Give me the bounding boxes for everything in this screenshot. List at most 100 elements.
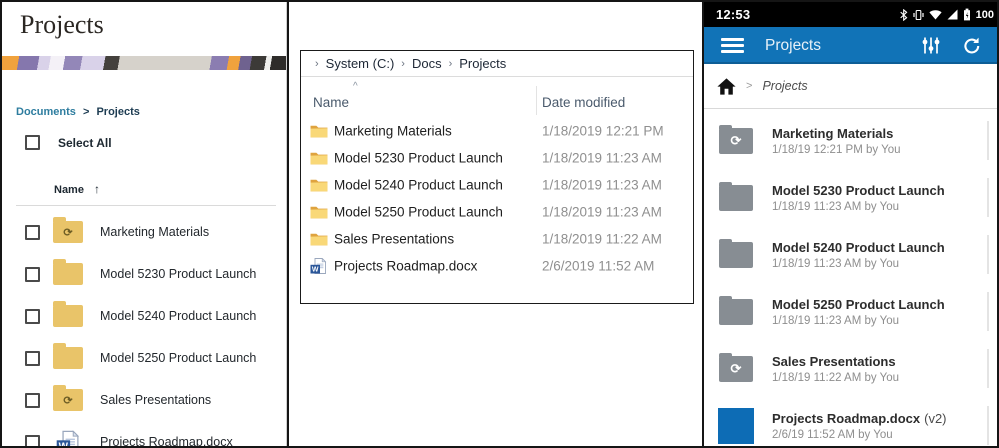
folder-icon bbox=[719, 185, 753, 211]
breadcrumb-segment[interactable]: System (C:) bbox=[326, 56, 395, 71]
date-modified: 1/18/2019 12:21 PM bbox=[542, 123, 664, 138]
file-name: Marketing Materials bbox=[334, 123, 452, 138]
file-name: Model 5230 Product Launch bbox=[334, 150, 503, 165]
onedrive-mobile-panel: 12:53 1 bbox=[702, 2, 999, 446]
list-item[interactable]: Model 5230 Product Launch 1/18/19 11:23 … bbox=[704, 169, 999, 226]
item-title: Model 5230 Product Launch bbox=[772, 183, 949, 198]
folder-icon bbox=[53, 389, 83, 411]
row-checkbox[interactable] bbox=[25, 393, 40, 408]
wifi-icon bbox=[929, 9, 942, 20]
list-item[interactable]: Model 5230 Product Launch bbox=[2, 253, 287, 295]
folder-icon bbox=[719, 356, 753, 382]
sort-ascending-icon: ↑ bbox=[94, 182, 100, 196]
version-badge: (v2) bbox=[924, 411, 946, 426]
list-item[interactable]: W Projects Roadmap.docx bbox=[2, 421, 287, 446]
date-modified: 1/18/2019 11:22 AM bbox=[542, 231, 662, 246]
breadcrumb-segment[interactable]: Projects bbox=[459, 56, 506, 71]
table-row[interactable]: Marketing Materials 1/18/2019 12:21 PM bbox=[301, 117, 693, 144]
date-modified: 1/18/2019 11:23 AM bbox=[542, 150, 662, 165]
folder-icon bbox=[53, 347, 83, 369]
breadcrumb-chevron-icon: › bbox=[315, 58, 319, 70]
list-item[interactable]: Projects Roadmap.docx(v2) 2/6/19 11:52 A… bbox=[704, 397, 999, 446]
name-column-header[interactable]: Name ↑ bbox=[54, 182, 100, 196]
table-row[interactable]: Model 5250 Product Launch 1/18/2019 11:2… bbox=[301, 198, 693, 225]
item-title: Model 5240 Product Launch bbox=[772, 240, 949, 255]
breadcrumb-link-documents[interactable]: Documents bbox=[16, 106, 76, 118]
sharepoint-web-panel: Projects Documents > Projects Select All… bbox=[2, 2, 287, 446]
item-subtitle: 2/6/19 11:52 AM by You bbox=[772, 429, 947, 441]
item-name-link[interactable]: Marketing Materials bbox=[100, 225, 209, 239]
table-row[interactable]: Model 5230 Product Launch 1/18/2019 11:2… bbox=[301, 144, 693, 171]
item-name-link[interactable]: Model 5230 Product Launch bbox=[100, 267, 256, 281]
list-item[interactable]: Sales Presentations 1/18/19 11:22 AM by … bbox=[704, 340, 999, 397]
list-item[interactable]: Sales Presentations bbox=[2, 379, 287, 421]
web-file-list: Marketing Materials Model 5230 Product L… bbox=[2, 211, 287, 446]
mobile-breadcrumb: > Projects bbox=[704, 64, 999, 109]
list-item[interactable]: Marketing Materials 1/18/19 12:21 PM by … bbox=[704, 112, 999, 169]
list-item[interactable]: Model 5240 Product Launch bbox=[2, 295, 287, 337]
item-title: Marketing Materials bbox=[772, 126, 901, 141]
item-name-link[interactable]: Model 5250 Product Launch bbox=[100, 351, 256, 365]
select-all-checkbox[interactable] bbox=[25, 135, 40, 150]
android-status-bar: 12:53 1 bbox=[704, 2, 999, 27]
list-item[interactable]: Model 5240 Product Launch 1/18/19 11:23 … bbox=[704, 226, 999, 283]
hamburger-menu-icon[interactable] bbox=[721, 35, 744, 57]
cellular-signal-icon bbox=[947, 9, 958, 20]
app-bar-title: Projects bbox=[765, 37, 821, 55]
date-modified: 1/18/2019 11:23 AM bbox=[542, 204, 662, 219]
row-checkbox[interactable] bbox=[25, 435, 40, 447]
battery-charging-icon bbox=[963, 8, 971, 21]
explorer-window: › System (C:) › Docs › Projects ^ Name D… bbox=[300, 50, 694, 304]
sync-icon bbox=[731, 132, 742, 150]
address-bar-breadcrumb: › System (C:) › Docs › Projects bbox=[301, 51, 693, 77]
svg-text:W: W bbox=[312, 266, 319, 273]
item-name-link[interactable]: Projects Roadmap.docx bbox=[100, 435, 233, 446]
row-checkbox[interactable] bbox=[25, 267, 40, 282]
item-name-link[interactable]: Model 5240 Product Launch bbox=[100, 309, 256, 323]
folder-icon bbox=[310, 177, 328, 192]
vibrate-icon bbox=[913, 9, 924, 21]
folder-icon bbox=[53, 221, 83, 243]
sync-icon bbox=[63, 223, 72, 241]
sort-filter-icon[interactable] bbox=[921, 36, 941, 55]
row-checkbox[interactable] bbox=[25, 225, 40, 240]
breadcrumb-current: Projects bbox=[96, 106, 139, 118]
table-row[interactable]: Sales Presentations 1/18/2019 11:22 AM bbox=[301, 225, 693, 252]
breadcrumb-current: Projects bbox=[762, 79, 807, 93]
page-title: Projects bbox=[20, 10, 104, 40]
date-modified: 1/18/2019 11:23 AM bbox=[542, 177, 662, 192]
item-subtitle: 1/18/19 11:22 AM by You bbox=[772, 372, 900, 384]
svg-text:W: W bbox=[59, 442, 69, 446]
name-column-label: Name bbox=[54, 184, 84, 196]
site-banner-stripe bbox=[2, 56, 287, 70]
home-icon[interactable] bbox=[717, 78, 736, 95]
table-row[interactable]: Model 5240 Product Launch 1/18/2019 11:2… bbox=[301, 171, 693, 198]
column-header-name[interactable]: Name bbox=[313, 95, 349, 110]
column-header-date-modified[interactable]: Date modified bbox=[542, 95, 625, 110]
breadcrumb-segment[interactable]: Docs bbox=[412, 56, 442, 71]
file-name: Model 5250 Product Launch bbox=[334, 204, 503, 219]
folder-icon bbox=[310, 150, 328, 165]
row-checkbox[interactable] bbox=[25, 351, 40, 366]
column-divider[interactable] bbox=[536, 86, 537, 115]
item-name-link[interactable]: Sales Presentations bbox=[100, 393, 211, 407]
folder-icon bbox=[719, 242, 753, 268]
list-item[interactable]: Model 5250 Product Launch 1/18/19 11:23 … bbox=[704, 283, 999, 340]
folder-icon bbox=[310, 231, 328, 246]
column-header-row: ^ Name Date modified bbox=[301, 77, 693, 117]
folder-icon bbox=[310, 123, 328, 138]
list-item[interactable]: Model 5250 Product Launch bbox=[2, 337, 287, 379]
file-explorer-panel: › System (C:) › Docs › Projects ^ Name D… bbox=[287, 2, 702, 446]
breadcrumb-chevron-icon: > bbox=[746, 80, 752, 92]
folder-icon bbox=[53, 263, 83, 285]
breadcrumb-separator: > bbox=[83, 106, 89, 118]
table-row[interactable]: W Projects Roadmap.docx 2/6/2019 11:52 A… bbox=[301, 252, 693, 279]
list-item[interactable]: Marketing Materials bbox=[2, 211, 287, 253]
item-subtitle: 1/18/19 11:23 AM by You bbox=[772, 258, 949, 270]
mobile-file-list: Marketing Materials 1/18/19 12:21 PM by … bbox=[704, 109, 999, 446]
bluetooth-icon bbox=[900, 9, 908, 21]
refresh-icon[interactable] bbox=[962, 36, 982, 56]
item-subtitle: 1/18/19 12:21 PM by You bbox=[772, 144, 901, 156]
folder-icon bbox=[310, 204, 328, 219]
row-checkbox[interactable] bbox=[25, 309, 40, 324]
